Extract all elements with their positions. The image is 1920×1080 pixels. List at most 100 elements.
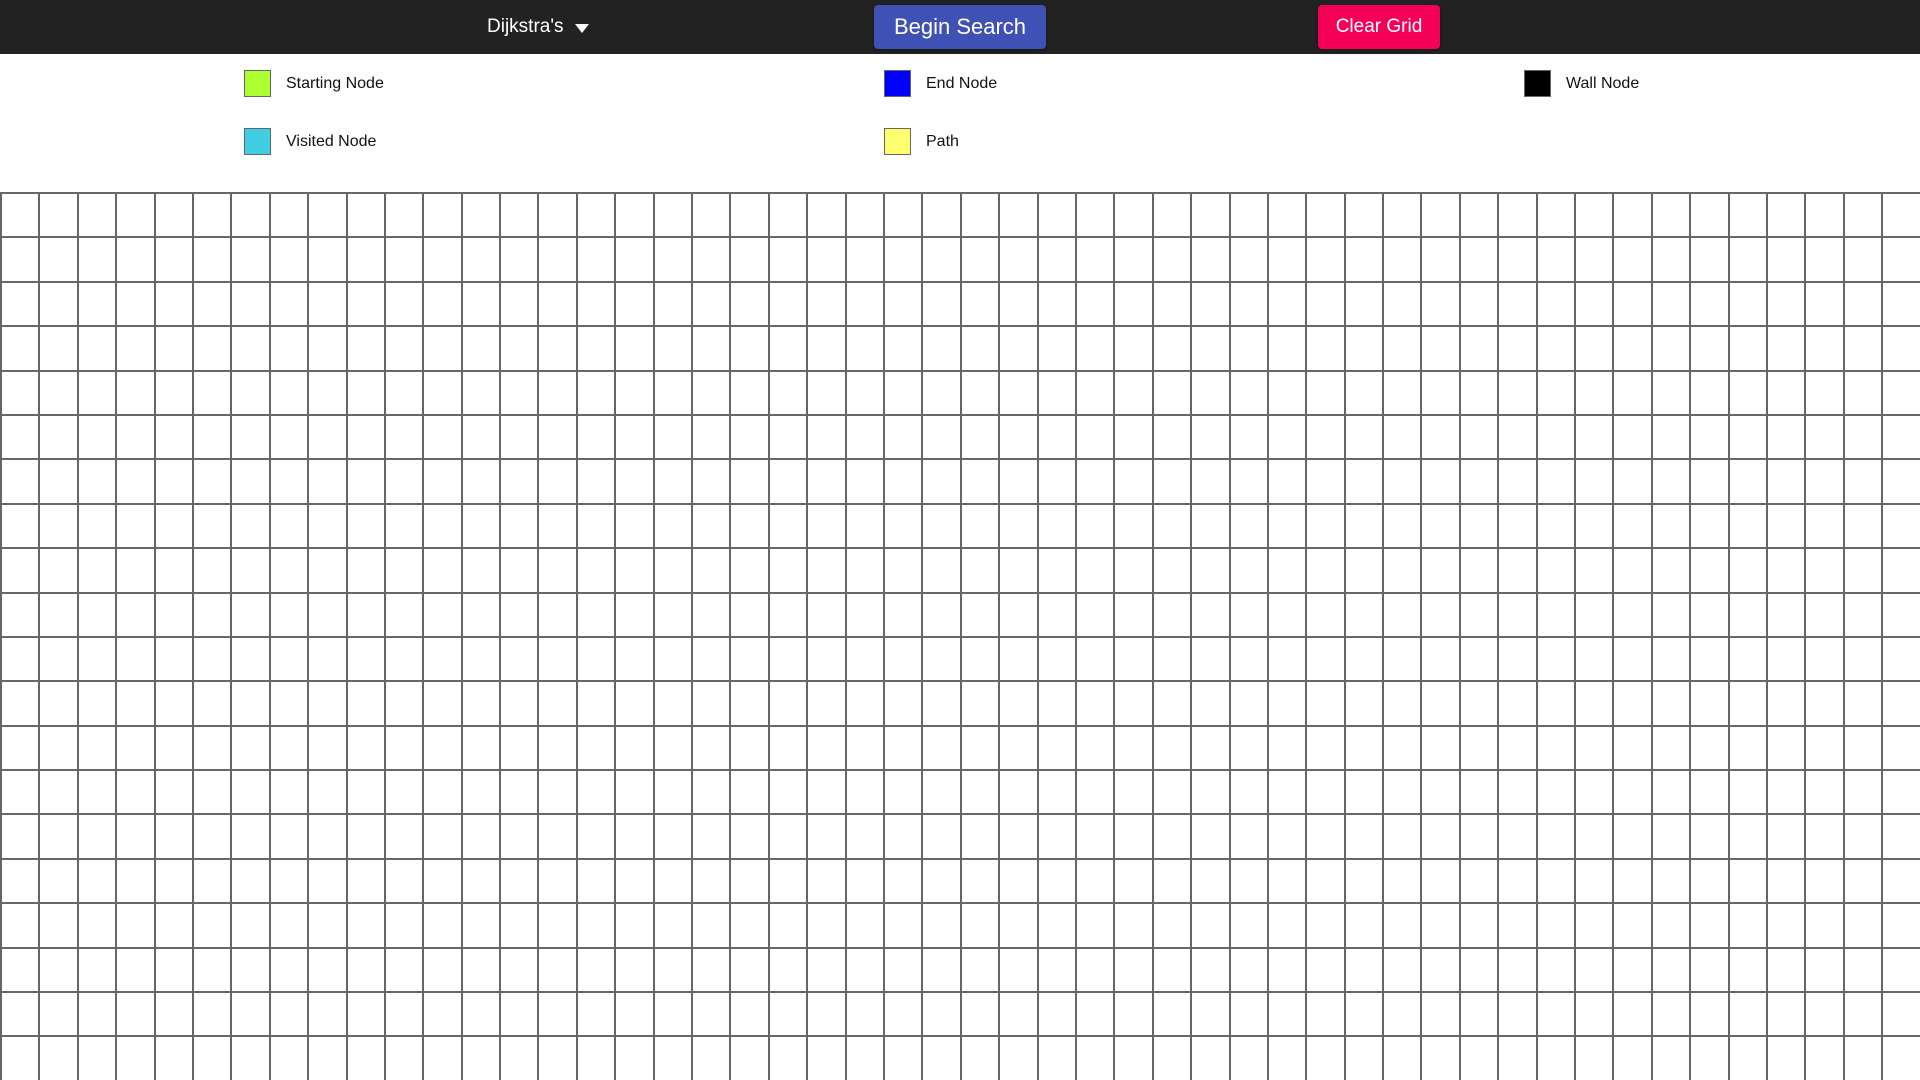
grid-node[interactable] <box>575 1035 615 1080</box>
grid-node[interactable] <box>1612 236 1651 281</box>
grid-node[interactable] <box>959 192 999 237</box>
grid-node[interactable] <box>230 502 269 548</box>
grid-node[interactable] <box>998 902 1037 947</box>
grid-node[interactable] <box>230 635 269 681</box>
grid-node[interactable] <box>729 813 768 858</box>
grid-node[interactable] <box>1266 635 1306 681</box>
grid-node[interactable] <box>806 236 845 281</box>
grid-node[interactable] <box>1881 769 1920 814</box>
grid-node[interactable] <box>614 769 653 814</box>
grid-node[interactable] <box>1881 280 1920 326</box>
grid-node[interactable] <box>1535 813 1575 858</box>
grid-node[interactable] <box>153 946 192 992</box>
grid-node[interactable] <box>268 680 308 725</box>
grid-node[interactable] <box>575 857 615 903</box>
grid-node[interactable] <box>1266 236 1306 281</box>
grid-node[interactable] <box>882 192 922 237</box>
grid-node[interactable] <box>230 946 269 992</box>
grid-node[interactable] <box>307 902 346 947</box>
grid-node[interactable] <box>0 413 39 459</box>
grid-node[interactable] <box>959 902 999 947</box>
grid-node[interactable] <box>1881 680 1920 725</box>
grid-node[interactable] <box>1266 502 1306 548</box>
grid-node[interactable] <box>614 857 653 903</box>
grid-node[interactable] <box>1689 680 1728 725</box>
grid-node[interactable] <box>1881 458 1920 503</box>
grid-node[interactable] <box>806 680 845 725</box>
grid-node[interactable] <box>844 991 883 1036</box>
grid-node[interactable] <box>1266 280 1306 326</box>
grid-node[interactable] <box>1151 280 1191 326</box>
grid-node[interactable] <box>76 502 116 548</box>
grid-node[interactable] <box>844 813 883 858</box>
grid-node[interactable] <box>1689 280 1728 326</box>
grid-node[interactable] <box>729 724 768 770</box>
grid-node[interactable] <box>998 1035 1037 1080</box>
grid-node[interactable] <box>230 280 269 326</box>
grid-node[interactable] <box>1113 857 1152 903</box>
grid-node[interactable] <box>1804 547 1843 592</box>
grid-node[interactable] <box>1842 902 1882 947</box>
grid-node[interactable] <box>345 946 384 992</box>
grid-node[interactable] <box>767 724 807 770</box>
grid-node[interactable] <box>1228 680 1267 725</box>
grid-node[interactable] <box>115 325 154 370</box>
grid-node[interactable] <box>844 547 883 592</box>
grid-node[interactable] <box>383 635 423 681</box>
grid-node[interactable] <box>575 502 615 548</box>
grid-node[interactable] <box>1689 369 1728 414</box>
grid-node[interactable] <box>652 280 692 326</box>
grid-node[interactable] <box>422 902 461 947</box>
grid-node[interactable] <box>1420 369 1459 414</box>
grid-node[interactable] <box>537 635 576 681</box>
grid-node[interactable] <box>921 591 960 636</box>
grid-node[interactable] <box>345 1035 384 1080</box>
grid-node[interactable] <box>1113 813 1152 858</box>
grid-node[interactable] <box>806 458 845 503</box>
grid-node[interactable] <box>1305 591 1344 636</box>
grid-node[interactable] <box>307 502 346 548</box>
grid-node[interactable] <box>1612 591 1651 636</box>
grid-node[interactable] <box>1650 591 1690 636</box>
grid-node[interactable] <box>1727 458 1766 503</box>
grid-node[interactable] <box>1036 991 1075 1036</box>
grid-node[interactable] <box>1343 902 1383 947</box>
grid-node[interactable] <box>652 325 692 370</box>
grid-node[interactable] <box>1650 769 1690 814</box>
grid-node[interactable] <box>844 902 883 947</box>
grid-node[interactable] <box>1074 236 1114 281</box>
grid-node[interactable] <box>729 635 768 681</box>
begin-search-button[interactable]: Begin Search <box>874 5 1046 49</box>
grid-node[interactable] <box>1458 680 1498 725</box>
grid-node[interactable] <box>1420 591 1459 636</box>
grid-node[interactable] <box>230 724 269 770</box>
grid-node[interactable] <box>1113 192 1152 237</box>
grid-node[interactable] <box>115 502 154 548</box>
grid-node[interactable] <box>1074 769 1114 814</box>
grid-node[interactable] <box>614 991 653 1036</box>
grid-node[interactable] <box>844 680 883 725</box>
grid-node[interactable] <box>383 857 423 903</box>
grid-node[interactable] <box>1074 192 1114 237</box>
grid-node[interactable] <box>1535 769 1575 814</box>
grid-node[interactable] <box>1190 813 1229 858</box>
grid-node[interactable] <box>1804 502 1843 548</box>
grid-node[interactable] <box>1727 857 1766 903</box>
grid-node[interactable] <box>1458 591 1498 636</box>
grid-node[interactable] <box>1228 325 1267 370</box>
grid-node[interactable] <box>1497 413 1536 459</box>
grid-node[interactable] <box>1113 591 1152 636</box>
grid-node[interactable] <box>1765 369 1805 414</box>
grid-node[interactable] <box>844 413 883 459</box>
grid-node[interactable] <box>691 769 730 814</box>
grid-node[interactable] <box>1382 724 1421 770</box>
grid-node[interactable] <box>383 813 423 858</box>
grid-node[interactable] <box>76 458 116 503</box>
grid-node[interactable] <box>1574 680 1613 725</box>
grid-node[interactable] <box>1343 413 1383 459</box>
grid-node[interactable] <box>1881 325 1920 370</box>
grid-node[interactable] <box>383 236 423 281</box>
grid-node[interactable] <box>921 635 960 681</box>
grid-node[interactable] <box>614 1035 653 1080</box>
grid-node[interactable] <box>153 857 192 903</box>
